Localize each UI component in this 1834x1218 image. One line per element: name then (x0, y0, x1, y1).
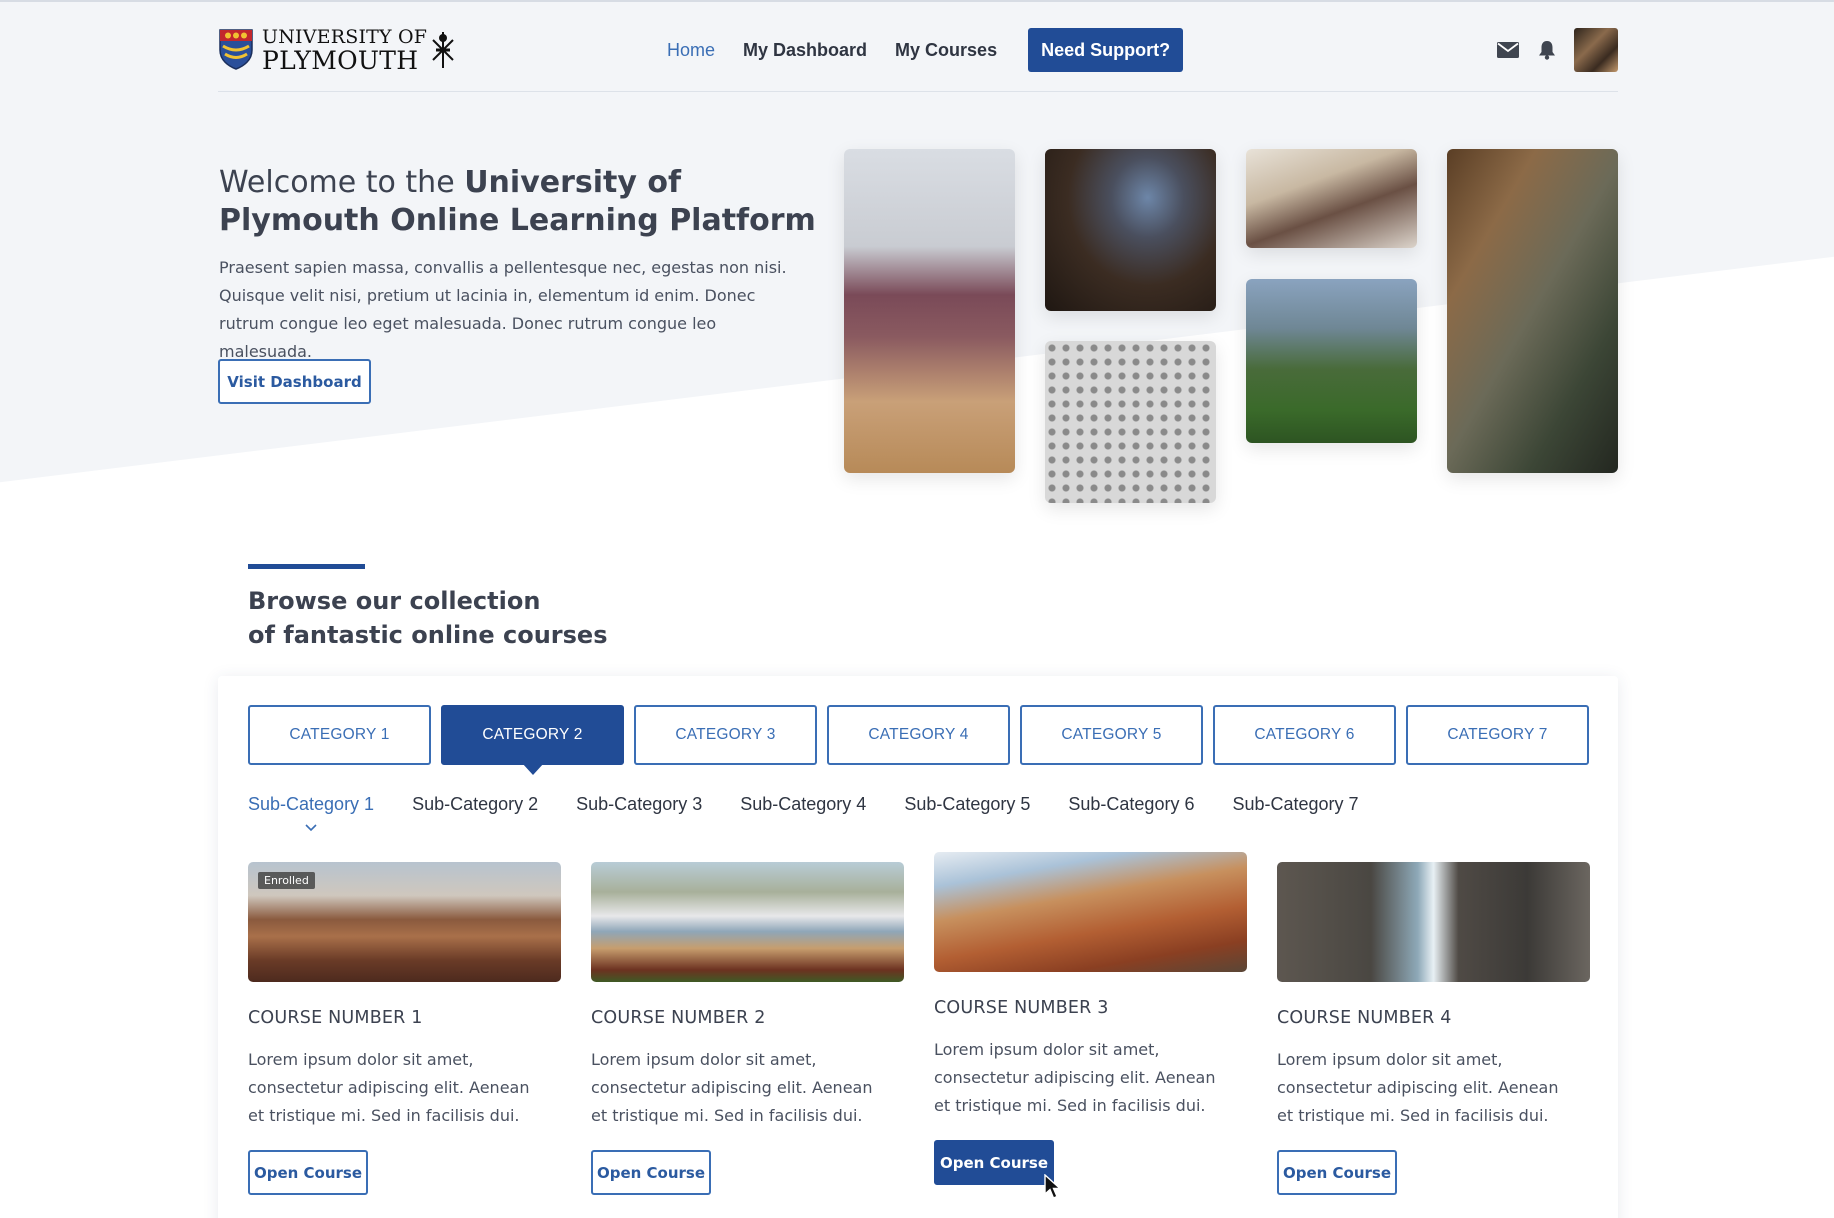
logo-wordmark: UNIVERSITY OF PLYMOUTH (262, 26, 428, 75)
mail-icon[interactable] (1497, 42, 1519, 58)
subtab-sub-category-2[interactable]: Sub-Category 2 (412, 794, 538, 815)
subtab-sub-category-1[interactable]: Sub-Category 1 (248, 794, 375, 832)
course-image[interactable]: Enrolled (248, 862, 561, 982)
hero-title-prefix: Welcome to the (219, 165, 465, 200)
nav-my-dashboard[interactable]: My Dashboard (743, 40, 867, 61)
open-course-button[interactable]: Open Course (934, 1140, 1054, 1185)
tab-category-6[interactable]: CATEGORY 6 (1213, 705, 1396, 765)
main-nav: Home My Dashboard My Courses Need Suppor… (667, 28, 1184, 72)
crest-icon (219, 29, 253, 70)
course-card-3: COURSE NUMBER 3 Lorem ipsum dolor sit am… (934, 852, 1247, 1185)
hero-description: Praesent sapien massa, convallis a pelle… (219, 258, 787, 361)
open-course-button[interactable]: Open Course (1277, 1150, 1397, 1195)
browse-line-1: Browse our collection (248, 587, 541, 615)
subtab-sub-category-6[interactable]: Sub-Category 6 (1068, 794, 1194, 815)
course-description: Lorem ipsum dolor sit amet, consectetur … (591, 1050, 873, 1125)
enrolled-badge: Enrolled (258, 872, 315, 889)
course-description: Lorem ipsum dolor sit amet, consectetur … (934, 1040, 1216, 1115)
university-logo[interactable]: UNIVERSITY OF PLYMOUTH (218, 26, 478, 75)
course-title: COURSE NUMBER 1 (248, 1008, 423, 1028)
course-panel: CATEGORY 1 CATEGORY 2 CATEGORY 3 CATEGOR… (218, 676, 1618, 1218)
hero-title: Welcome to the University of Plymouth On… (219, 164, 819, 240)
avatar[interactable] (1574, 28, 1618, 72)
logo-line-1: UNIVERSITY OF (262, 26, 428, 48)
chevron-down-icon (305, 824, 317, 832)
course-image[interactable] (934, 852, 1247, 972)
site-header: UNIVERSITY OF PLYMOUTH Home My Dashboard… (218, 0, 1618, 92)
emblem-icon (432, 32, 454, 68)
browse-line-2-prefix: of (248, 621, 284, 649)
subtab-label: Sub-Category 1 (248, 794, 375, 814)
open-course-button[interactable]: Open Course (591, 1150, 711, 1195)
section-accent-bar (248, 564, 365, 569)
hero-photo-meeting (1246, 149, 1417, 248)
subtab-sub-category-5[interactable]: Sub-Category 5 (904, 794, 1030, 815)
open-course-button[interactable]: Open Course (248, 1150, 368, 1195)
tab-category-5[interactable]: CATEGORY 5 (1020, 705, 1203, 765)
course-card-1: Enrolled COURSE NUMBER 1 Lorem ipsum dol… (248, 862, 561, 1195)
bell-icon[interactable] (1538, 40, 1556, 60)
hero-photo-building (1246, 279, 1417, 443)
hero-photo-conversation (1447, 149, 1618, 473)
course-card-2: COURSE NUMBER 2 Lorem ipsum dolor sit am… (591, 862, 904, 1195)
course-image[interactable] (591, 862, 904, 982)
tab-category-1[interactable]: CATEGORY 1 (248, 705, 431, 765)
logo-line-2: PLYMOUTH (262, 46, 419, 75)
nav-home[interactable]: Home (667, 40, 715, 61)
category-tabs: CATEGORY 1 CATEGORY 2 CATEGORY 3 CATEGOR… (248, 705, 1589, 775)
course-image[interactable] (1277, 862, 1590, 982)
header-actions (1478, 28, 1618, 72)
mouse-cursor-icon (1044, 1174, 1062, 1199)
course-title: COURSE NUMBER 3 (934, 998, 1109, 1018)
nav-my-courses[interactable]: My Courses (895, 40, 997, 61)
subtab-sub-category-7[interactable]: Sub-Category 7 (1232, 794, 1358, 815)
course-title: COURSE NUMBER 4 (1277, 1008, 1452, 1028)
browse-heading: Browse our collection of fantastic onlin… (248, 584, 748, 652)
hero-photo-tablet (844, 149, 1015, 473)
tab-category-3[interactable]: CATEGORY 3 (634, 705, 817, 765)
subtab-sub-category-4[interactable]: Sub-Category 4 (740, 794, 866, 815)
course-description: Lorem ipsum dolor sit amet, consectetur … (1277, 1050, 1559, 1125)
tab-category-4[interactable]: CATEGORY 4 (827, 705, 1010, 765)
hero-photo-laptop (1045, 149, 1216, 311)
tab-category-2[interactable]: CATEGORY 2 (441, 705, 624, 775)
course-card-4: COURSE NUMBER 4 Lorem ipsum dolor sit am… (1277, 862, 1590, 1195)
course-title: COURSE NUMBER 2 (591, 1008, 766, 1028)
need-support-button[interactable]: Need Support? (1028, 28, 1184, 72)
subtab-sub-category-3[interactable]: Sub-Category 3 (576, 794, 702, 815)
hero-photo-keyboard (1045, 341, 1216, 503)
visit-dashboard-button[interactable]: Visit Dashboard (218, 359, 371, 404)
browse-line-2-bold: fantastic online courses (283, 621, 608, 649)
course-description: Lorem ipsum dolor sit amet, consectetur … (248, 1050, 530, 1125)
tab-category-7[interactable]: CATEGORY 7 (1406, 705, 1589, 765)
subcategory-tabs: Sub-Category 1 Sub-Category 2 Sub-Catego… (248, 794, 1397, 832)
